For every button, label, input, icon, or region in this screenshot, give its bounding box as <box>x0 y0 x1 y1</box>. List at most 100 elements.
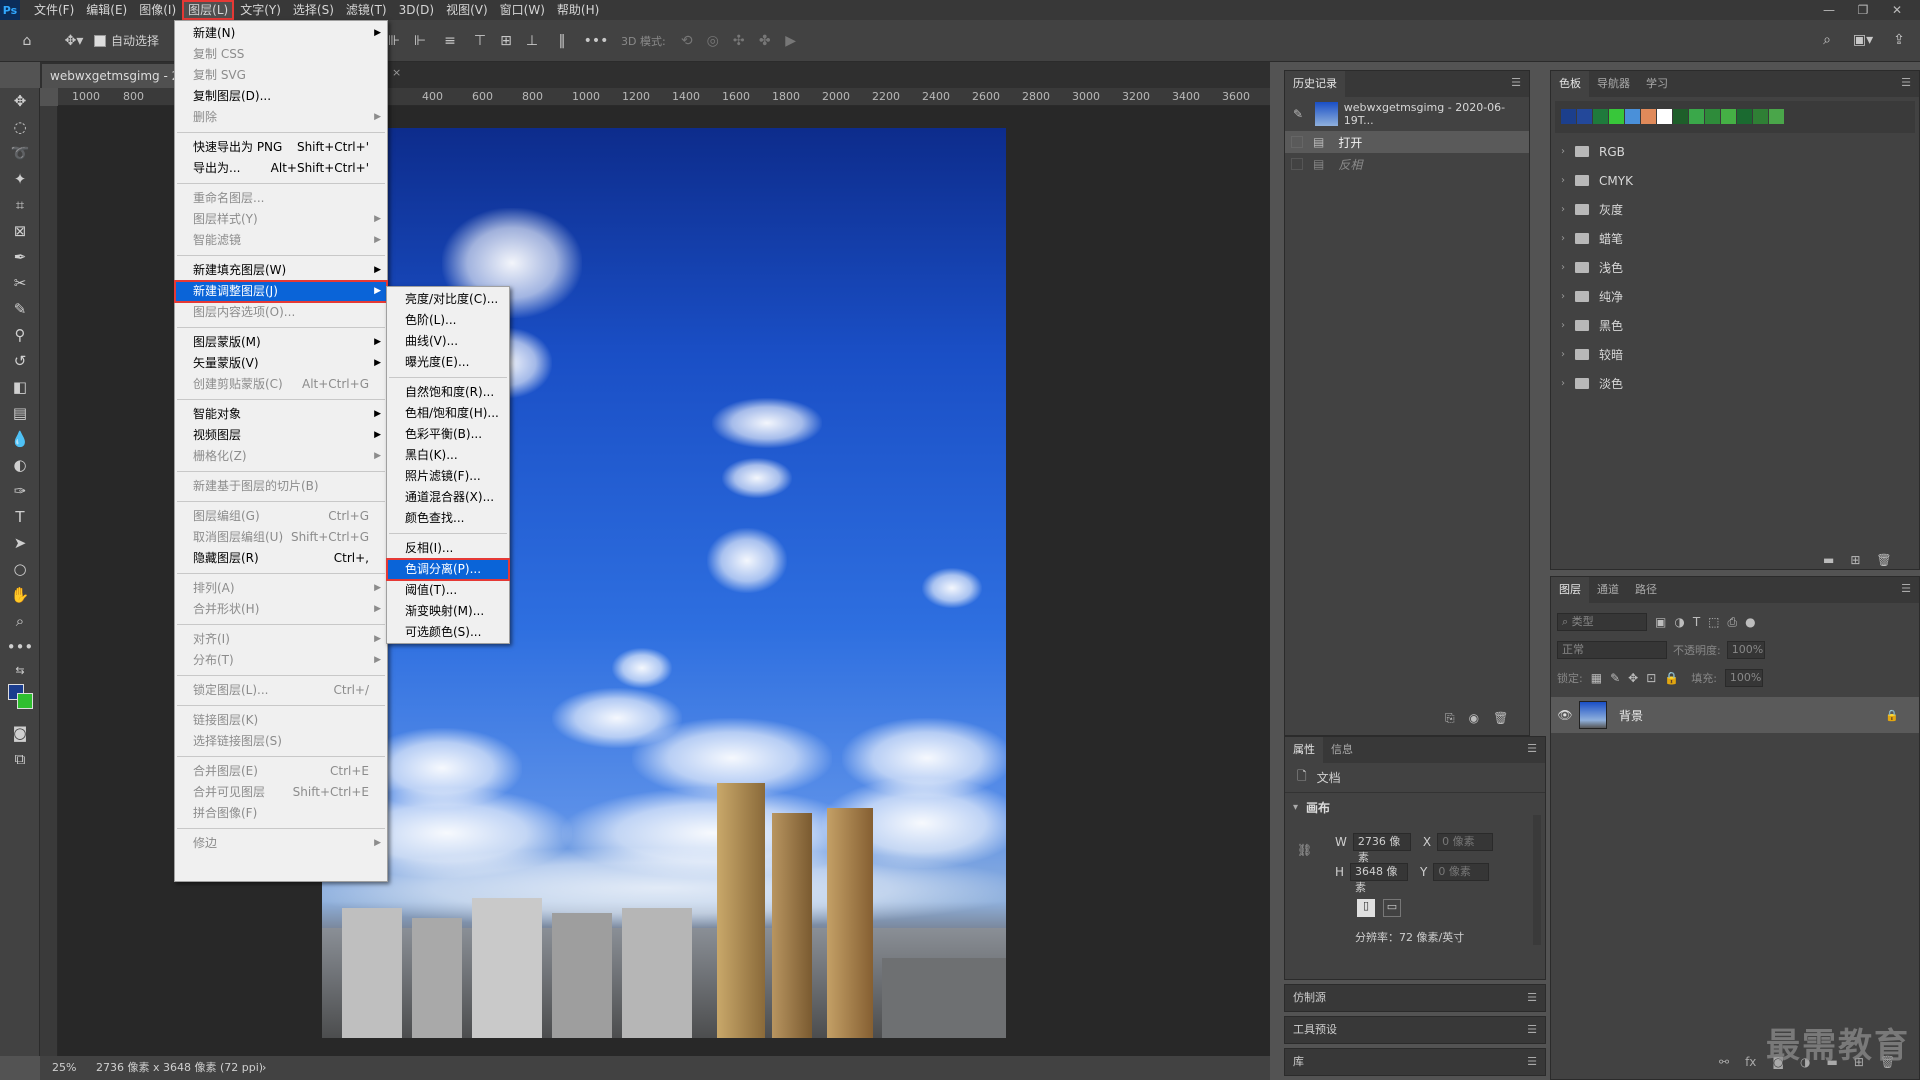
minimize-icon[interactable]: — <box>1814 0 1844 20</box>
menu-item[interactable]: 智能滤镜 ▶ <box>175 230 387 251</box>
more-tools-icon[interactable]: ••• <box>0 634 40 660</box>
y-input[interactable]: 0 像素 <box>1433 863 1490 881</box>
menu-item[interactable]: 智能对象 ▶ <box>175 404 387 425</box>
filter-smart-icon[interactable]: ⎙ <box>1728 615 1738 630</box>
menu-layer[interactable]: 图层(L) <box>182 0 235 20</box>
swatch-group-dark[interactable]: › 黑色 <box>1551 311 1919 340</box>
color-swatch[interactable] <box>1753 109 1768 124</box>
blend-mode-select[interactable]: 正常 <box>1557 641 1667 659</box>
menu-item[interactable]: 合并形状(H) ▶ <box>175 599 387 620</box>
tab-learn[interactable]: 学习 <box>1638 71 1676 97</box>
color-swatch[interactable] <box>1657 109 1672 124</box>
menu-item[interactable]: 链接图层(K) <box>175 710 387 731</box>
menu-item[interactable]: 排列(A) ▶ <box>175 578 387 599</box>
history-snapshot[interactable]: ✎ webwxgetmsgimg - 2020-06-19T... <box>1285 97 1529 131</box>
menu-item[interactable]: 色调分离(P)... <box>386 558 510 581</box>
crop-tool-icon[interactable]: ⌗ <box>0 192 40 218</box>
landscape-icon[interactable]: ▭ <box>1383 899 1401 917</box>
lock-artboard-icon[interactable]: ⊡ <box>1646 671 1656 685</box>
menu-image[interactable]: 图像(I) <box>133 0 182 20</box>
status-chevron-icon[interactable]: › <box>262 1056 266 1080</box>
menu-item[interactable]: 阈值(T)... <box>387 580 509 601</box>
panel-menu-icon[interactable]: ☰ <box>1901 76 1911 89</box>
tab-close-icon[interactable]: × <box>392 66 401 79</box>
menu-item[interactable]: 渐变映射(M)... <box>387 601 509 622</box>
menu-item[interactable]: 分布(T) ▶ <box>175 650 387 671</box>
menu-item[interactable]: 锁定图层(L)... Ctrl+/ <box>175 680 387 701</box>
menu-item[interactable]: 图层编组(G) Ctrl+G <box>175 506 387 527</box>
lock-position-icon[interactable]: ✥ <box>1628 671 1638 685</box>
panel-menu-icon[interactable]: ☰ <box>1511 76 1521 89</box>
menu-item[interactable]: 修边 ▶ <box>175 833 387 854</box>
visibility-eye-icon[interactable]: 👁 <box>1551 708 1579 722</box>
menu-item[interactable]: 创建剪贴蒙版(C) Alt+Ctrl+G <box>175 374 387 395</box>
3d-pan-icon[interactable]: ✣ <box>726 33 752 49</box>
menu-item[interactable]: 色相/饱和度(H)... <box>387 403 509 424</box>
layer-style-icon[interactable]: fx <box>1745 1055 1756 1069</box>
tab-navigator[interactable]: 导航器 <box>1589 71 1638 97</box>
tab-channels[interactable]: 通道 <box>1589 577 1627 603</box>
filter-pixel-icon[interactable]: ▣ <box>1655 615 1666 629</box>
align-bottom-icon[interactable]: ⊥ <box>519 33 545 49</box>
panel-menu-icon[interactable]: ☰ <box>1527 985 1537 1011</box>
portrait-icon[interactable]: ▯ <box>1357 899 1375 917</box>
swatch-group-pure[interactable]: › 纯净 <box>1551 282 1919 311</box>
background-color[interactable] <box>17 693 33 709</box>
color-swatch[interactable] <box>1609 109 1624 124</box>
menu-3d[interactable]: 3D(D) <box>393 0 440 20</box>
color-swatch[interactable] <box>1689 109 1704 124</box>
home-icon[interactable]: ⌂ <box>0 33 54 49</box>
menu-help[interactable]: 帮助(H) <box>551 0 605 20</box>
menu-item[interactable]: 选择链接图层(S) <box>175 731 387 752</box>
more-options-icon[interactable]: ••• <box>579 33 613 49</box>
menu-item[interactable]: 图层样式(Y) ▶ <box>175 209 387 230</box>
menu-item[interactable]: 合并可见图层 Shift+Ctrl+E <box>175 782 387 803</box>
color-swatch[interactable] <box>1641 109 1656 124</box>
new-group-folder-icon[interactable]: ▬ <box>1823 553 1834 567</box>
menu-item[interactable]: 可选颜色(S)... <box>387 622 509 643</box>
menu-type[interactable]: 文字(Y) <box>234 0 287 20</box>
menu-edit[interactable]: 编辑(E) <box>80 0 133 20</box>
width-input[interactable]: 2736 像素 <box>1352 833 1411 864</box>
history-checkbox[interactable] <box>1291 158 1303 170</box>
new-document-from-state-icon[interactable]: ⎘ <box>1445 711 1455 726</box>
menu-item[interactable]: 色阶(L)... <box>387 310 509 331</box>
gradient-tool-icon[interactable]: ▤ <box>0 400 40 426</box>
menu-item[interactable]: 黑白(K)... <box>387 445 509 466</box>
menu-item[interactable]: 矢量蒙版(V) ▶ <box>175 353 387 374</box>
menu-item[interactable]: 删除 ▶ <box>175 107 387 128</box>
menu-item[interactable]: 新建(N) ▶ <box>175 23 387 44</box>
move-tool-preset-icon[interactable]: ✥▾ <box>54 33 94 49</box>
lock-image-icon[interactable]: ✎ <box>1610 671 1620 685</box>
clone-source-panel[interactable]: 仿制源 ☰ <box>1284 984 1546 1012</box>
swatch-group-rgb[interactable]: › RGB <box>1551 137 1919 166</box>
healing-brush-icon[interactable]: ✂ <box>0 270 40 296</box>
layer-row-background[interactable]: 👁 背景 🔒 <box>1551 697 1919 733</box>
menu-item[interactable]: 栅格化(Z) ▶ <box>175 446 387 467</box>
eraser-icon[interactable]: ◧ <box>0 374 40 400</box>
panel-menu-icon[interactable]: ☰ <box>1527 1017 1537 1043</box>
menu-item[interactable]: 视频图层 ▶ <box>175 425 387 446</box>
menu-item[interactable]: 复制 SVG <box>175 65 387 86</box>
height-input[interactable]: 3648 像素 <box>1350 863 1409 894</box>
delete-swatch-icon[interactable]: 🗑 <box>1876 553 1891 567</box>
history-state-invert[interactable]: ▤ 反相 <box>1285 153 1529 175</box>
swatch-group-pastel[interactable]: › 蜡笔 <box>1551 224 1919 253</box>
ellipse-tool-icon[interactable]: ○ <box>0 556 40 582</box>
link-icon[interactable]: ⛓ <box>1297 843 1312 857</box>
color-swatch[interactable] <box>1721 109 1736 124</box>
menu-item[interactable]: 曲线(V)... <box>387 331 509 352</box>
swatch-group-cmyk[interactable]: › CMYK <box>1551 166 1919 195</box>
path-select-icon[interactable]: ➤ <box>0 530 40 556</box>
x-input[interactable]: 0 像素 <box>1437 833 1494 851</box>
color-swatch[interactable] <box>1593 109 1608 124</box>
tab-history[interactable]: 历史记录 <box>1285 71 1345 97</box>
layer-filter-kind[interactable]: ⌕ 类型 <box>1557 613 1647 631</box>
pen-tool-icon[interactable]: ✑ <box>0 478 40 504</box>
magic-wand-icon[interactable]: ✦ <box>0 166 40 192</box>
link-layers-icon[interactable]: ⚯ <box>1719 1055 1729 1069</box>
blur-tool-icon[interactable]: 💧 <box>0 426 40 452</box>
delete-state-icon[interactable]: 🗑 <box>1493 711 1508 726</box>
menu-item[interactable]: 对齐(I) ▶ <box>175 629 387 650</box>
auto-select-checkbox[interactable] <box>94 34 106 47</box>
